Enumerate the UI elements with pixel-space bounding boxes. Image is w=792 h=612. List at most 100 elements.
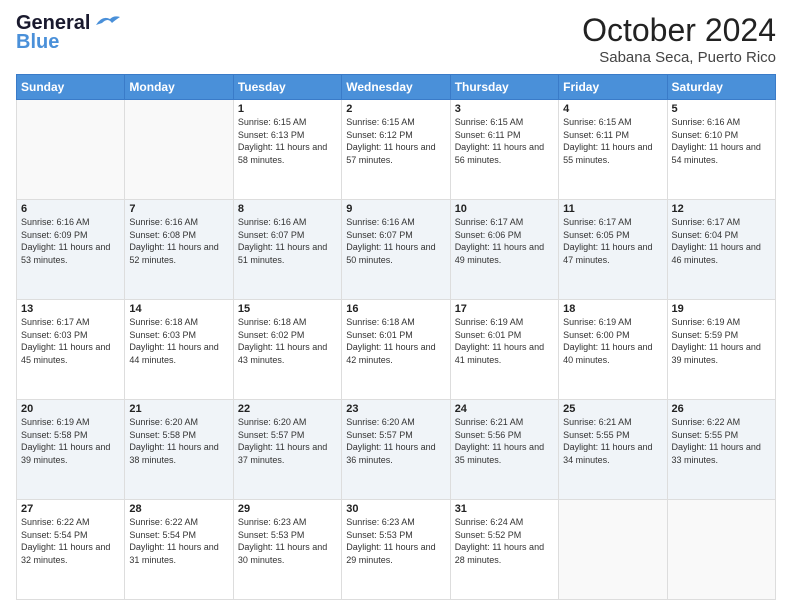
calendar-cell: 9Sunrise: 6:16 AM Sunset: 6:07 PM Daylig…: [342, 200, 450, 300]
day-number: 22: [238, 403, 337, 415]
calendar-cell: [559, 500, 667, 600]
calendar-cell: 10Sunrise: 6:17 AM Sunset: 6:06 PM Dayli…: [450, 200, 558, 300]
day-info: Sunrise: 6:16 AM Sunset: 6:10 PM Dayligh…: [672, 116, 771, 166]
day-number: 4: [563, 103, 662, 115]
calendar-table: Sunday Monday Tuesday Wednesday Thursday…: [16, 74, 776, 600]
header-tuesday: Tuesday: [233, 75, 341, 100]
header-friday: Friday: [559, 75, 667, 100]
day-info: Sunrise: 6:22 AM Sunset: 5:54 PM Dayligh…: [21, 516, 120, 566]
day-number: 17: [455, 303, 554, 315]
day-info: Sunrise: 6:22 AM Sunset: 5:55 PM Dayligh…: [672, 416, 771, 466]
logo-blue: Blue: [16, 31, 120, 54]
calendar-cell: 18Sunrise: 6:19 AM Sunset: 6:00 PM Dayli…: [559, 300, 667, 400]
calendar-cell: 5Sunrise: 6:16 AM Sunset: 6:10 PM Daylig…: [667, 100, 775, 200]
calendar-row: 13Sunrise: 6:17 AM Sunset: 6:03 PM Dayli…: [17, 300, 776, 400]
calendar-cell: [17, 100, 125, 200]
day-info: Sunrise: 6:21 AM Sunset: 5:56 PM Dayligh…: [455, 416, 554, 466]
day-number: 23: [346, 403, 445, 415]
calendar-row: 27Sunrise: 6:22 AM Sunset: 5:54 PM Dayli…: [17, 500, 776, 600]
day-number: 1: [238, 103, 337, 115]
day-info: Sunrise: 6:24 AM Sunset: 5:52 PM Dayligh…: [455, 516, 554, 566]
day-info: Sunrise: 6:15 AM Sunset: 6:13 PM Dayligh…: [238, 116, 337, 166]
header-monday: Monday: [125, 75, 233, 100]
day-info: Sunrise: 6:16 AM Sunset: 6:08 PM Dayligh…: [129, 216, 228, 266]
day-info: Sunrise: 6:23 AM Sunset: 5:53 PM Dayligh…: [238, 516, 337, 566]
calendar-title: October 2024: [582, 12, 776, 49]
day-info: Sunrise: 6:15 AM Sunset: 6:12 PM Dayligh…: [346, 116, 445, 166]
day-number: 12: [672, 203, 771, 215]
day-info: Sunrise: 6:18 AM Sunset: 6:03 PM Dayligh…: [129, 316, 228, 366]
day-number: 16: [346, 303, 445, 315]
day-info: Sunrise: 6:23 AM Sunset: 5:53 PM Dayligh…: [346, 516, 445, 566]
calendar-cell: 24Sunrise: 6:21 AM Sunset: 5:56 PM Dayli…: [450, 400, 558, 500]
calendar-cell: 22Sunrise: 6:20 AM Sunset: 5:57 PM Dayli…: [233, 400, 341, 500]
header-wednesday: Wednesday: [342, 75, 450, 100]
day-info: Sunrise: 6:16 AM Sunset: 6:09 PM Dayligh…: [21, 216, 120, 266]
calendar-cell: 21Sunrise: 6:20 AM Sunset: 5:58 PM Dayli…: [125, 400, 233, 500]
day-info: Sunrise: 6:16 AM Sunset: 6:07 PM Dayligh…: [238, 216, 337, 266]
day-info: Sunrise: 6:22 AM Sunset: 5:54 PM Dayligh…: [129, 516, 228, 566]
calendar-row: 1Sunrise: 6:15 AM Sunset: 6:13 PM Daylig…: [17, 100, 776, 200]
day-number: 15: [238, 303, 337, 315]
calendar-cell: 2Sunrise: 6:15 AM Sunset: 6:12 PM Daylig…: [342, 100, 450, 200]
day-info: Sunrise: 6:21 AM Sunset: 5:55 PM Dayligh…: [563, 416, 662, 466]
calendar-cell: 29Sunrise: 6:23 AM Sunset: 5:53 PM Dayli…: [233, 500, 341, 600]
day-info: Sunrise: 6:20 AM Sunset: 5:58 PM Dayligh…: [129, 416, 228, 466]
day-number: 5: [672, 103, 771, 115]
day-info: Sunrise: 6:17 AM Sunset: 6:06 PM Dayligh…: [455, 216, 554, 266]
header-saturday: Saturday: [667, 75, 775, 100]
calendar-cell: 23Sunrise: 6:20 AM Sunset: 5:57 PM Dayli…: [342, 400, 450, 500]
page: General Blue October 2024 Sabana Seca, P…: [0, 0, 792, 612]
day-number: 10: [455, 203, 554, 215]
day-number: 25: [563, 403, 662, 415]
calendar-cell: 28Sunrise: 6:22 AM Sunset: 5:54 PM Dayli…: [125, 500, 233, 600]
header-thursday: Thursday: [450, 75, 558, 100]
calendar-cell: 27Sunrise: 6:22 AM Sunset: 5:54 PM Dayli…: [17, 500, 125, 600]
calendar-cell: 4Sunrise: 6:15 AM Sunset: 6:11 PM Daylig…: [559, 100, 667, 200]
day-info: Sunrise: 6:18 AM Sunset: 6:01 PM Dayligh…: [346, 316, 445, 366]
day-info: Sunrise: 6:20 AM Sunset: 5:57 PM Dayligh…: [238, 416, 337, 466]
day-number: 30: [346, 503, 445, 515]
day-number: 9: [346, 203, 445, 215]
day-info: Sunrise: 6:19 AM Sunset: 5:59 PM Dayligh…: [672, 316, 771, 366]
day-info: Sunrise: 6:17 AM Sunset: 6:04 PM Dayligh…: [672, 216, 771, 266]
day-number: 13: [21, 303, 120, 315]
day-number: 26: [672, 403, 771, 415]
day-number: 7: [129, 203, 228, 215]
day-info: Sunrise: 6:17 AM Sunset: 6:03 PM Dayligh…: [21, 316, 120, 366]
calendar-cell: 31Sunrise: 6:24 AM Sunset: 5:52 PM Dayli…: [450, 500, 558, 600]
day-number: 14: [129, 303, 228, 315]
calendar-cell: 15Sunrise: 6:18 AM Sunset: 6:02 PM Dayli…: [233, 300, 341, 400]
day-number: 8: [238, 203, 337, 215]
calendar-cell: 8Sunrise: 6:16 AM Sunset: 6:07 PM Daylig…: [233, 200, 341, 300]
day-info: Sunrise: 6:19 AM Sunset: 5:58 PM Dayligh…: [21, 416, 120, 466]
calendar-cell: 12Sunrise: 6:17 AM Sunset: 6:04 PM Dayli…: [667, 200, 775, 300]
day-info: Sunrise: 6:17 AM Sunset: 6:05 PM Dayligh…: [563, 216, 662, 266]
calendar-cell: 7Sunrise: 6:16 AM Sunset: 6:08 PM Daylig…: [125, 200, 233, 300]
calendar-cell: 26Sunrise: 6:22 AM Sunset: 5:55 PM Dayli…: [667, 400, 775, 500]
calendar-cell: 19Sunrise: 6:19 AM Sunset: 5:59 PM Dayli…: [667, 300, 775, 400]
day-number: 27: [21, 503, 120, 515]
day-number: 11: [563, 203, 662, 215]
day-number: 29: [238, 503, 337, 515]
day-number: 18: [563, 303, 662, 315]
calendar-cell: 13Sunrise: 6:17 AM Sunset: 6:03 PM Dayli…: [17, 300, 125, 400]
header-sunday: Sunday: [17, 75, 125, 100]
calendar-cell: 6Sunrise: 6:16 AM Sunset: 6:09 PM Daylig…: [17, 200, 125, 300]
title-block: October 2024 Sabana Seca, Puerto Rico: [582, 12, 776, 66]
calendar-cell: 11Sunrise: 6:17 AM Sunset: 6:05 PM Dayli…: [559, 200, 667, 300]
day-number: 28: [129, 503, 228, 515]
calendar-cell: 16Sunrise: 6:18 AM Sunset: 6:01 PM Dayli…: [342, 300, 450, 400]
day-number: 19: [672, 303, 771, 315]
day-number: 3: [455, 103, 554, 115]
day-number: 2: [346, 103, 445, 115]
day-info: Sunrise: 6:15 AM Sunset: 6:11 PM Dayligh…: [563, 116, 662, 166]
calendar-cell: 17Sunrise: 6:19 AM Sunset: 6:01 PM Dayli…: [450, 300, 558, 400]
calendar-row: 6Sunrise: 6:16 AM Sunset: 6:09 PM Daylig…: [17, 200, 776, 300]
day-info: Sunrise: 6:19 AM Sunset: 6:00 PM Dayligh…: [563, 316, 662, 366]
logo-bird-icon: [92, 13, 120, 31]
calendar-cell: [667, 500, 775, 600]
calendar-cell: 14Sunrise: 6:18 AM Sunset: 6:03 PM Dayli…: [125, 300, 233, 400]
calendar-row: 20Sunrise: 6:19 AM Sunset: 5:58 PM Dayli…: [17, 400, 776, 500]
calendar-cell: [125, 100, 233, 200]
